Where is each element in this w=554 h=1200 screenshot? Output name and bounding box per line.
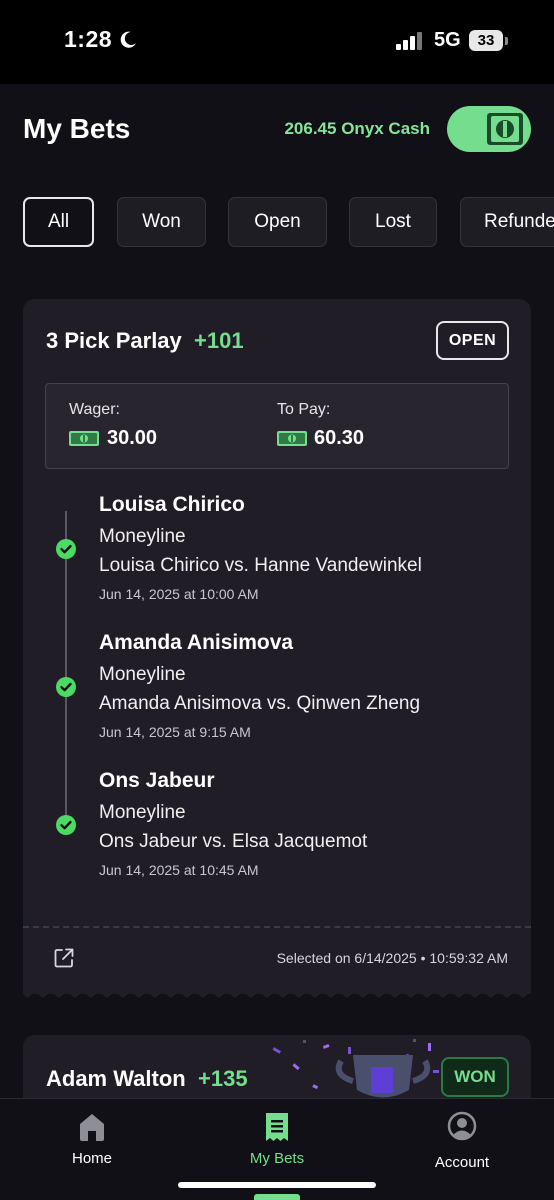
card-divider xyxy=(23,926,531,928)
bet-odds: +101 xyxy=(194,328,244,353)
check-circle-icon xyxy=(56,539,76,559)
filter-open[interactable]: Open xyxy=(228,197,327,247)
leg-date: Jun 14, 2025 at 10:00 AM xyxy=(99,586,259,602)
moon-icon xyxy=(120,31,136,48)
leg-matchup: Louisa Chirico vs. Hanne Vandewinkel xyxy=(99,555,422,576)
wager-label: Wager: xyxy=(69,401,120,418)
network-label: 5G xyxy=(434,29,461,51)
nav-label: Home xyxy=(71,1150,112,1167)
ticket-edge xyxy=(23,988,531,998)
leg-market: Moneyline xyxy=(99,664,186,685)
parlay-leg: Amanda Anisimova Moneyline Amanda Anisim… xyxy=(23,631,531,751)
check-circle-icon xyxy=(56,677,76,697)
filter-all[interactable]: All xyxy=(23,197,94,247)
page-title: My Bets xyxy=(23,113,131,144)
money-icon xyxy=(69,431,99,446)
filter-won[interactable]: Won xyxy=(117,197,206,247)
onyx-logo-icon xyxy=(487,113,523,145)
leg-player-name: Amanda Anisimova xyxy=(99,631,294,654)
status-bar: 1:28 5G 33 xyxy=(0,0,554,84)
nav-label: Account xyxy=(434,1154,490,1171)
nav-label: My Bets xyxy=(249,1150,305,1167)
to-pay-amount: 60.30 xyxy=(314,427,365,449)
wager-summary: Wager: 30.00 To Pay: 60.30 xyxy=(45,383,509,469)
filter-lost[interactable]: Lost xyxy=(349,197,437,247)
bet-title: Adam Walton xyxy=(46,1066,186,1091)
leg-player-name: Ons Jabeur xyxy=(99,769,215,792)
account-icon xyxy=(447,1111,477,1141)
receipt-icon xyxy=(266,1113,288,1141)
nav-home[interactable]: Home xyxy=(32,1111,152,1181)
parlay-leg: Ons Jabeur Moneyline Ons Jabeur vs. Elsa… xyxy=(23,769,531,889)
bet-title: 3 Pick Parlay xyxy=(46,328,182,353)
cash-toggle[interactable] xyxy=(447,106,531,152)
leg-market: Moneyline xyxy=(99,802,186,823)
share-icon[interactable] xyxy=(53,947,75,969)
home-indicator xyxy=(178,1182,376,1188)
battery-icon: 33 xyxy=(469,30,503,51)
status-badge: WON xyxy=(441,1057,509,1097)
selected-timestamp: Selected on 6/14/2025 • 10:59:32 AM xyxy=(276,950,508,966)
bet-card[interactable]: 3 Pick Parlay +101 OPEN Wager: 30.00 To … xyxy=(23,299,531,994)
parlay-leg: Louisa Chirico Moneyline Louisa Chirico … xyxy=(23,493,531,613)
active-tab-marker xyxy=(254,1194,300,1200)
nav-my-bets[interactable]: My Bets xyxy=(217,1111,337,1181)
leg-date: Jun 14, 2025 at 10:45 AM xyxy=(99,862,259,878)
home-icon xyxy=(80,1114,104,1141)
leg-market: Moneyline xyxy=(99,526,186,547)
filter-refunded[interactable]: Refunde xyxy=(460,197,554,247)
money-icon xyxy=(277,431,307,446)
onyx-cash-balance: 206.45 Onyx Cash xyxy=(284,119,430,138)
leg-player-name: Louisa Chirico xyxy=(99,493,245,516)
leg-matchup: Amanda Anisimova vs. Qinwen Zheng xyxy=(99,693,421,714)
leg-date: Jun 14, 2025 at 9:15 AM xyxy=(99,724,251,740)
wager-amount: 30.00 xyxy=(107,427,158,449)
status-badge: OPEN xyxy=(436,321,509,360)
check-circle-icon xyxy=(56,815,76,835)
nav-account[interactable]: Account xyxy=(402,1111,522,1181)
filter-row: All Won Open Lost Refunde xyxy=(23,197,554,247)
to-pay-label: To Pay: xyxy=(277,401,331,418)
status-time: 1:28 xyxy=(64,26,113,52)
bet-odds: +135 xyxy=(198,1066,248,1091)
leg-matchup: Ons Jabeur vs. Elsa Jacquemot xyxy=(99,831,368,852)
signal-icon xyxy=(396,32,422,50)
battery-cap xyxy=(505,37,508,45)
